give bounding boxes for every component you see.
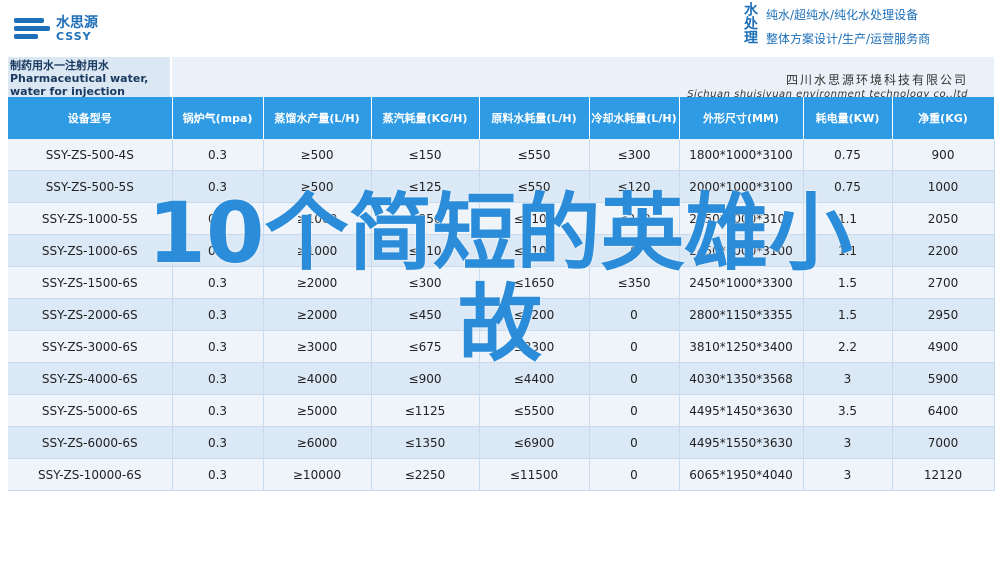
brand-name-en: CSSY	[56, 29, 92, 43]
cell-model: SSY-ZS-6000-6S	[8, 426, 173, 459]
cell-pressure: 0.3	[172, 139, 264, 171]
water-logo-icon	[14, 14, 50, 44]
header-boiler-pressure: 锅炉气(mpa)	[172, 97, 264, 139]
header-distilled-output: 蒸馏水产量(L/H)	[263, 97, 372, 139]
cell-output: ≥6000	[263, 426, 372, 459]
cell-feed: ≤5500	[479, 394, 590, 427]
cell-pressure: 0.3	[172, 394, 264, 427]
cell-power: 3	[803, 458, 893, 491]
cell-output: ≥500	[263, 139, 372, 171]
cell-pressure: 0.3	[172, 458, 264, 491]
overlay-title: 10个简短的英雄小 故	[0, 188, 1000, 369]
cell-model: SSY-ZS-500-4S	[8, 139, 173, 171]
company-info: 四川水思源环境科技有限公司 Sichuan shuisiyuan environ…	[172, 57, 994, 100]
cell-feed: ≤11500	[479, 458, 590, 491]
cell-feed: ≤6900	[479, 426, 590, 459]
header-steam-consumption: 蒸汽耗量(KG/H)	[371, 97, 480, 139]
cell-power: 0.75	[803, 139, 893, 171]
slogan-line-1: 纯水/超纯水/纯化水处理设备	[766, 8, 919, 22]
cell-steam: ≤1125	[371, 394, 480, 427]
cell-output: ≥10000	[263, 458, 372, 491]
doc-title: 制药用水一注射用水 Pharmaceutical water, water fo…	[8, 57, 170, 98]
table-row: SSY-ZS-500-4S 0.3 ≥500 ≤150 ≤550 ≤300 1800*100…	[8, 139, 995, 171]
doc-title-cn: 制药用水一注射用水	[10, 59, 109, 72]
header-dimensions: 外形尺寸(MM)	[679, 97, 804, 139]
cell-weight: 7000	[892, 426, 995, 459]
cell-power: 3.5	[803, 394, 893, 427]
cell-model: SSY-ZS-10000-6S	[8, 458, 173, 491]
header-model: 设备型号	[8, 97, 173, 139]
cell-dimensions: 1800*1000*3100	[679, 139, 804, 171]
overlay-title-line-2: 故	[457, 274, 542, 373]
cell-pressure: 0.3	[172, 426, 264, 459]
cell-cooling: 0	[589, 458, 680, 491]
cell-dimensions: 4495*1550*3630	[679, 426, 804, 459]
overlay-title-line-1: 10个简短的英雄小	[147, 184, 853, 282]
header-feed-water: 原料水耗量(L/H)	[479, 97, 590, 139]
header-net-weight: 净重(KG)	[892, 97, 995, 139]
table-row: SSY-ZS-5000-6S 0.3 ≥5000 ≤1125 ≤5500 0 4495*14…	[8, 394, 995, 427]
cell-cooling: ≤300	[589, 139, 680, 171]
brand-name-cn: 水思源	[56, 14, 98, 31]
slogan: 纯水/超纯水/纯化水处理设备 整体方案设计/生产/运营服务商	[766, 3, 930, 51]
header-power: 耗电量(KW)	[803, 97, 893, 139]
cell-cooling: 0	[589, 426, 680, 459]
cell-cooling: 0	[589, 394, 680, 427]
cell-steam: ≤1350	[371, 426, 480, 459]
brand-logo[interactable]: 水思源 CSSY	[14, 14, 98, 44]
table-row: SSY-ZS-6000-6S 0.3 ≥6000 ≤1350 ≤6900 0 4495*15…	[8, 426, 995, 459]
cell-weight: 12120	[892, 458, 995, 491]
table-header-row: 设备型号 锅炉气(mpa) 蒸馏水产量(L/H) 蒸汽耗量(KG/H) 原料水耗…	[8, 97, 995, 139]
cell-feed: ≤550	[479, 139, 590, 171]
cell-dimensions: 6065*1950*4040	[679, 458, 804, 491]
slogan-line-2: 整体方案设计/生产/运营服务商	[766, 32, 931, 46]
company-name-cn: 四川水思源环境科技有限公司	[785, 73, 968, 87]
header-cooling-water: 冷却水耗量(L/H)	[589, 97, 680, 139]
cell-weight: 900	[892, 139, 995, 171]
doc-title-en: Pharmaceutical water, water for injectio…	[10, 72, 149, 98]
cell-steam: ≤150	[371, 139, 480, 171]
page-header: 水思源 CSSY 水处理 纯水/超纯水/纯化水处理设备 整体方案设计/生产/运营…	[0, 0, 1000, 56]
cell-dimensions: 4495*1450*3630	[679, 394, 804, 427]
cell-weight: 6400	[892, 394, 995, 427]
table-row: SSY-ZS-10000-6S 0.3 ≥10000 ≤2250 ≤11500 0 6065…	[8, 458, 995, 491]
cell-model: SSY-ZS-5000-6S	[8, 394, 173, 427]
cell-output: ≥5000	[263, 394, 372, 427]
slogan-brand: 水处理	[742, 2, 758, 44]
cell-power: 3	[803, 426, 893, 459]
cell-steam: ≤2250	[371, 458, 480, 491]
